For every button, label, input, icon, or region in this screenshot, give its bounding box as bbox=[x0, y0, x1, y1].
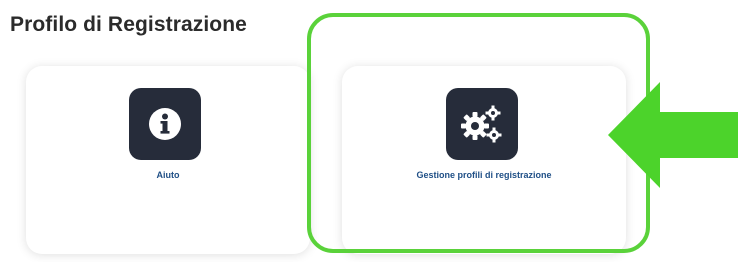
card-label-aiuto: Aiuto bbox=[156, 170, 180, 180]
aiuto-tile bbox=[129, 88, 201, 160]
card-aiuto[interactable]: Aiuto bbox=[26, 66, 310, 254]
highlight-frame bbox=[307, 13, 650, 253]
section-title: Profilo di Registrazione bbox=[10, 13, 247, 36]
pointer-arrow-icon bbox=[608, 82, 738, 188]
info-icon bbox=[149, 108, 181, 140]
page-root: Profilo di Registrazione Aiuto Gestione … bbox=[0, 0, 738, 262]
